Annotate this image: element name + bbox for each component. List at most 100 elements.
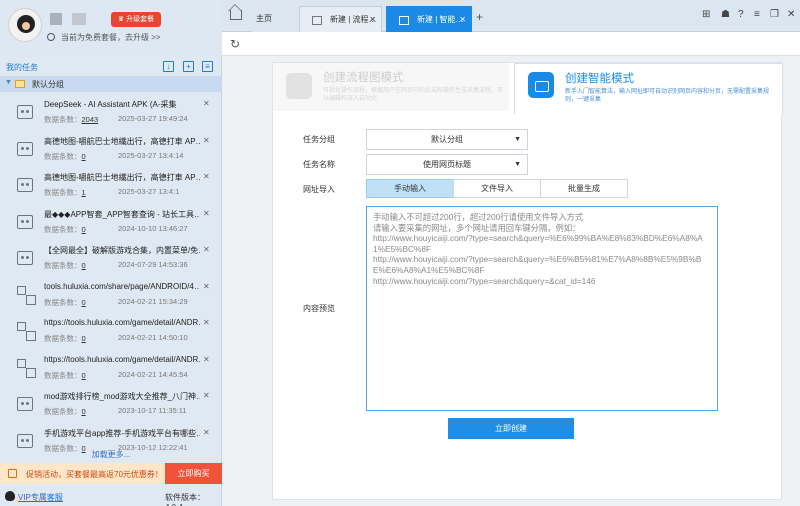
close-icon[interactable]: ✕	[203, 391, 210, 400]
version-text: 软件版本：4.0.4	[165, 493, 205, 506]
home-icon[interactable]	[230, 10, 242, 20]
window-close-icon[interactable]: ✕	[787, 9, 795, 20]
robot-icon	[528, 72, 554, 98]
chevron-down-icon[interactable]: ▼	[5, 79, 12, 86]
task-item[interactable]: tools.huluxia.com/share/page/ANDROID/4… 数…	[0, 276, 222, 313]
task-name[interactable]: tools.huluxia.com/share/page/ANDROID/4…	[44, 282, 200, 291]
manage-tasks-icon[interactable]: ≡	[202, 61, 213, 72]
robot-icon	[17, 178, 33, 192]
mode-title: 创建智能模式	[565, 73, 634, 85]
task-name[interactable]: 最◆◆◆APP智套_APP智套查询 - 站长工具…	[44, 209, 200, 220]
close-icon[interactable]: ✕	[203, 136, 210, 145]
promo-bar: 促销活动，买套餐最高返70元优惠券！ 立即购买	[0, 463, 222, 484]
skin-icon[interactable]: ☗	[721, 9, 730, 20]
promo-text[interactable]: 促销活动，买套餐最高返70元优惠券！	[26, 469, 163, 480]
close-icon[interactable]: ✕	[203, 428, 210, 437]
close-icon[interactable]: ✕	[203, 282, 210, 291]
task-count-value[interactable]: 0	[82, 334, 86, 343]
menu-icon[interactable]: ≡	[754, 9, 760, 20]
count-label: 数据条数：	[44, 188, 82, 197]
upgrade-button[interactable]: ♛ 升级套餐	[111, 12, 161, 27]
doc-icon	[312, 16, 322, 25]
new-tab-icon[interactable]: +	[476, 10, 483, 24]
task-count: 数据条数：1	[44, 187, 86, 198]
flow-mode-icon	[286, 73, 312, 99]
close-icon[interactable]: ✕	[369, 7, 376, 33]
task-name[interactable]: 【全网最全】破解版游戏合集，内置菜单/免…	[44, 245, 200, 256]
group-select[interactable]: 默认分组 ▼	[366, 129, 528, 150]
close-icon[interactable]: ✕	[203, 209, 210, 218]
count-label: 数据条数：	[44, 115, 82, 124]
robot-icon	[17, 397, 33, 411]
task-count: 数据条数：2043	[44, 114, 98, 125]
task-count-value[interactable]: 0	[82, 298, 86, 307]
dropdown-arrow-icon: ▼	[514, 136, 521, 143]
task-item[interactable]: DeepSeek - AI Assistant APK (A-采集 数据条数：20…	[0, 93, 222, 130]
task-count: 数据条数：0	[44, 151, 86, 162]
close-icon[interactable]: ✕	[459, 7, 466, 33]
tasks-title: 我的任务	[6, 63, 38, 72]
select-value: 使用网页标题	[423, 160, 471, 169]
tab-batch-generate[interactable]: 批量生成	[540, 179, 628, 198]
task-count-value[interactable]: 2043	[82, 115, 99, 124]
tab-file-import[interactable]: 文件导入	[453, 179, 541, 198]
task-count-value[interactable]: 0	[82, 152, 86, 161]
count-label: 数据条数：	[44, 224, 82, 234]
buy-now-button[interactable]: 立即购买	[165, 463, 222, 484]
mode-title: 创建流程图模式	[323, 72, 404, 84]
task-name[interactable]: 高德地图-嚼航巴士地繊出行，高德打車 AP…	[44, 136, 200, 147]
task-item[interactable]: 【全网最全】破解版游戏合集，内置菜单/免… 数据条数：0 2024-07-29 14…	[0, 239, 222, 276]
restore-icon[interactable]: ❐	[770, 9, 779, 20]
close-icon[interactable]: ✕	[203, 172, 210, 181]
tab-new-flow[interactable]: 新建 | 流程… ✕	[299, 6, 382, 32]
create-now-button[interactable]: 立即创建	[448, 418, 574, 439]
avatar[interactable]	[8, 8, 42, 42]
tab-new-smart[interactable]: 新建 | 智能… ✕	[386, 6, 472, 32]
task-name[interactable]: 高德地图-嚼航巴士地繊出行，高德打車 AP…	[44, 172, 200, 183]
task-name-label: 任务名称	[303, 160, 335, 169]
count-label: 数据条数：	[44, 261, 82, 270]
url-textarea[interactable]: 手动输入不可超过200行，超过200行请使用文件导入方式 请输入要采集的网址，多…	[366, 206, 718, 411]
task-item[interactable]: https://tools.huluxia.com/game/detail/AN…	[0, 312, 222, 349]
task-name[interactable]: https://tools.huluxia.com/game/detail/AN…	[44, 318, 200, 327]
group-default[interactable]: ▼ 默认分组	[0, 76, 222, 92]
new-task-icon[interactable]: +	[183, 61, 194, 72]
alarm-icon	[47, 33, 55, 41]
task-item[interactable]: 高德地图-嚼航巴士地繊出行，高德打車 AP… 数据条数：0 2025-03-27 1…	[0, 130, 222, 167]
task-name[interactable]: 手机游戏平台app推荐-手机游戏平台有哪些…	[44, 428, 200, 439]
task-item[interactable]: https://tools.huluxia.com/game/detail/AN…	[0, 349, 222, 386]
task-count-value[interactable]: 0	[82, 225, 86, 234]
task-count-value[interactable]: 1	[82, 188, 86, 197]
tab-manual-input[interactable]: 手动输入	[366, 179, 454, 198]
vip-support-link[interactable]: VIP专属客服	[18, 492, 63, 503]
mode-card-smart[interactable]: 创建智能模式 新手入门智能算法，输入网址即可自动识别网页内容和分页，无需配置采集…	[514, 63, 783, 114]
close-icon[interactable]: ✕	[203, 99, 210, 108]
task-count-value[interactable]: 0	[82, 371, 86, 380]
load-more-link[interactable]: 加载更多...	[0, 449, 222, 460]
import-task-icon[interactable]: ↓	[163, 61, 174, 72]
task-date: 2024-10-10 13:46:27	[118, 223, 188, 233]
flow-icon	[17, 285, 36, 305]
task-count: 数据条数：0	[44, 297, 86, 308]
task-item[interactable]: 高德地图-嚼航巴士地繊出行，高德打車 AP… 数据条数：1 2025-03-27 1…	[0, 166, 222, 203]
tab-home[interactable]: 主页	[252, 6, 299, 32]
help-icon[interactable]: ?	[738, 9, 744, 20]
close-icon[interactable]: ✕	[203, 355, 210, 364]
close-icon[interactable]: ✕	[203, 245, 210, 254]
close-icon[interactable]: ✕	[203, 318, 210, 327]
task-name[interactable]: mod游戏排行榜_mod游戏大全推荐_八门神…	[44, 391, 200, 402]
url-import-label: 网址导入	[303, 185, 335, 194]
gift-icon[interactable]: ⊞	[702, 9, 710, 20]
task-count-value[interactable]: 0	[82, 407, 86, 416]
task-date: 2024-02-21 15:34:29	[118, 296, 188, 306]
task-name-select[interactable]: 使用网页标题 ▼	[366, 154, 528, 175]
task-item[interactable]: 最◆◆◆APP智套_APP智套查询 - 站长工具… 数据条数：0 2024-10-1…	[0, 203, 222, 240]
task-item[interactable]: mod游戏排行榜_mod游戏大全推荐_八门神… 数据条数：0 2023-10-17 …	[0, 385, 222, 422]
preview-label: 内容预览	[303, 304, 335, 313]
refresh-icon[interactable]: ↻	[230, 37, 240, 51]
plan-link[interactable]: 当前为免费套餐，去升级 >>	[61, 32, 161, 43]
mode-card-flow[interactable]: 创建流程图模式 可视化操作流程，根据用户在网页中的点击和操作生成采集流程，可以编…	[273, 63, 509, 111]
task-name[interactable]: https://tools.huluxia.com/game/detail/AN…	[44, 355, 200, 364]
task-count-value[interactable]: 0	[82, 261, 86, 270]
task-name[interactable]: DeepSeek - AI Assistant APK (A-采集	[44, 99, 200, 110]
